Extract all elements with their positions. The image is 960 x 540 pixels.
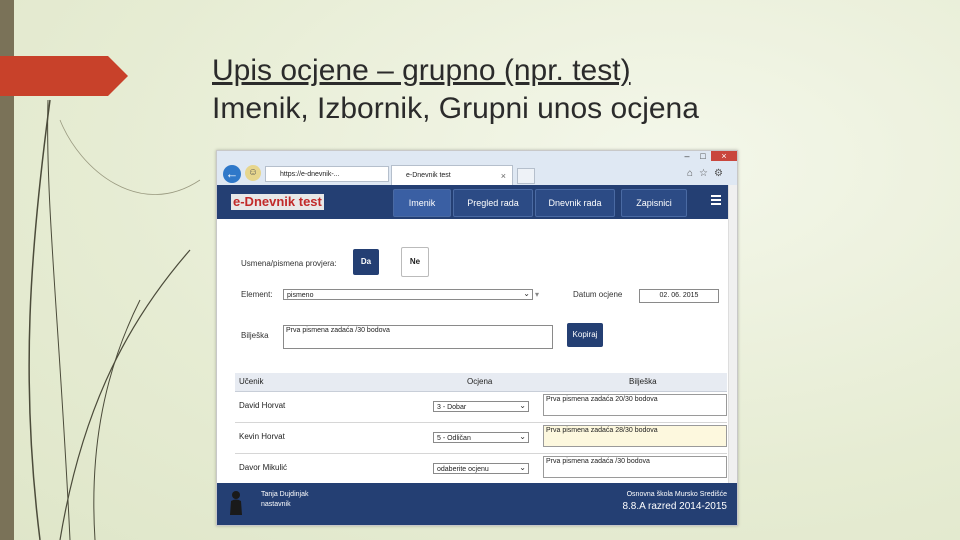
- app-logo[interactable]: e-Dnevnik test: [231, 194, 324, 210]
- app-header: e-Dnevnik test Imenik Pregled rada Dnevn…: [217, 185, 737, 219]
- table-header: Učenik Ocjena Bilješka: [235, 373, 727, 392]
- user-avatar-icon: [230, 491, 242, 515]
- element-select-value: pismeno: [287, 292, 314, 299]
- back-arrow-icon[interactable]: ←: [223, 165, 241, 183]
- biljeska-textarea[interactable]: Prva pismena zadaća /30 bodova: [283, 325, 553, 349]
- chevron-down-icon: ⌄: [519, 463, 526, 472]
- user-name: Tanja Dujdinjak: [261, 491, 309, 498]
- biljeska-label: Bilješka: [241, 331, 269, 340]
- header-ucenik: Učenik: [239, 377, 264, 386]
- slide-title-line2: Imenik, Izbornik, Grupni unos ocjena: [212, 92, 699, 125]
- user-role: nastavnik: [261, 501, 291, 508]
- address-bar[interactable]: https://e-dnevnik-...: [265, 166, 389, 182]
- nav-dnevnik-rada[interactable]: Dnevnik rada: [535, 189, 615, 217]
- note-field[interactable]: Prva pismena zadaća 28/30 bodova: [543, 425, 727, 447]
- class-year: 8.8.A razred 2014-2015: [622, 501, 727, 512]
- chevron-down-icon: ⌄: [523, 289, 530, 298]
- menu-icon[interactable]: [711, 195, 721, 205]
- note-field[interactable]: Prva pismena zadaća /30 bodova: [543, 456, 727, 478]
- vertical-scrollbar[interactable]: [728, 185, 737, 491]
- student-name: Kevin Horvat: [239, 432, 285, 441]
- kopiraj-button[interactable]: Kopiraj: [567, 323, 603, 347]
- grade-select[interactable]: 3 - Dobar ⌄: [433, 401, 529, 412]
- browser-toolbar-icons[interactable]: ⌂☆⚙: [687, 168, 729, 179]
- header-ocjena: Ocjena: [467, 377, 493, 386]
- header-biljeska: Bilješka: [629, 377, 657, 386]
- chevron-down-icon: ⌄: [519, 432, 526, 441]
- usmena-label: Usmena/pismena provjera:: [241, 259, 337, 268]
- tab-close-icon[interactable]: ×: [501, 166, 506, 186]
- grade-value: odaberite ocjenu: [437, 466, 489, 473]
- student-name: Davor Mikulić: [239, 463, 288, 472]
- slide-title-line1: Upis ocjene – grupno (npr. test): [212, 54, 631, 87]
- nav-imenik[interactable]: Imenik: [393, 189, 451, 217]
- slide-title: Upis ocjene – grupno (npr. test) Imenik,…: [212, 52, 912, 128]
- ne-button[interactable]: Ne: [401, 247, 429, 277]
- browser-window: – □ × ← ☺ https://e-dnevnik-... ⌕▾⟳ e-Dn…: [216, 150, 738, 526]
- grade-value: 5 - Odličan: [437, 435, 471, 442]
- red-arrow-marker: [0, 56, 128, 96]
- element-label: Element:: [241, 290, 273, 299]
- school-name: Osnovna škola Mursko Središće: [626, 491, 727, 498]
- browser-chrome: – □ × ← ☺ https://e-dnevnik-... ⌕▾⟳ e-Dn…: [217, 151, 737, 185]
- minimize-button[interactable]: –: [679, 151, 695, 161]
- table-row: Davor Mikulić odaberite ocjenu ⌄ Prva pi…: [235, 454, 727, 478]
- datum-label: Datum ocjene: [573, 290, 623, 299]
- table-row: David Horvat 3 - Dobar ⌄ Prva pismena za…: [235, 392, 727, 423]
- group-grade-form: Usmena/pismena provjera: Da Ne Element: …: [227, 239, 727, 478]
- tab-title: e-Dnevnik test: [406, 172, 451, 179]
- grade-value: 3 - Dobar: [437, 404, 467, 411]
- date-field[interactable]: 02. 06. 2015: [639, 289, 719, 303]
- nav-pregled-rada[interactable]: Pregled rada: [453, 189, 533, 217]
- maximize-button[interactable]: □: [695, 151, 711, 161]
- dropdown-arrow-icon: ▾: [535, 290, 540, 299]
- grade-select[interactable]: odaberite ocjenu ⌄: [433, 463, 529, 474]
- chevron-down-icon: ⌄: [519, 401, 526, 410]
- app-footer: Tanja Dujdinjak nastavnik Osnovna škola …: [217, 483, 737, 525]
- new-tab-button[interactable]: [517, 168, 535, 184]
- grade-select[interactable]: 5 - Odličan ⌄: [433, 432, 529, 443]
- window-controls: – □ ×: [679, 151, 737, 161]
- element-select[interactable]: pismeno ⌄: [283, 289, 533, 300]
- note-field[interactable]: Prva pismena zadaća 20/30 bodova: [543, 394, 727, 416]
- browser-tab[interactable]: e-Dnevnik test ×: [391, 165, 513, 185]
- nav-zapisnici[interactable]: Zapisnici: [621, 189, 687, 217]
- forward-smiley-icon[interactable]: ☺: [245, 165, 261, 181]
- table-row: Kevin Horvat 5 - Odličan ⌄ Prva pismena …: [235, 423, 727, 454]
- student-name: David Horvat: [239, 401, 286, 410]
- da-button[interactable]: Da: [353, 249, 379, 275]
- close-window-button[interactable]: ×: [711, 151, 737, 161]
